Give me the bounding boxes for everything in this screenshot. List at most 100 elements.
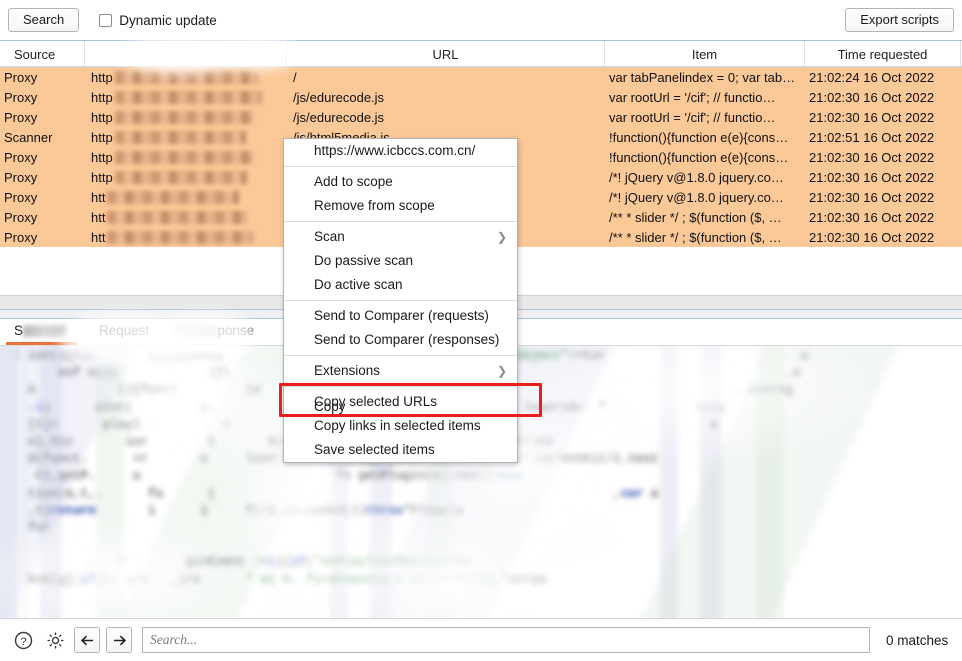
menu-item-label: https://www.icbccs.com.cn/ bbox=[314, 143, 475, 158]
cell-time-requested: 21:02:30 16 Oct 2022 bbox=[805, 227, 961, 247]
search-input[interactable] bbox=[142, 627, 870, 653]
table-header-row: Source URL Item Time requested bbox=[0, 41, 962, 67]
menu-item-scan[interactable]: Scan ❯ bbox=[284, 225, 517, 249]
code-line: ,t}return i i f(!S.isLoaded())throw"Flow… bbox=[28, 504, 463, 518]
menu-item-label: Remove from scope bbox=[314, 198, 435, 213]
cell-source: Proxy bbox=[0, 67, 85, 87]
menu-item-do-passive-scan[interactable]: Do passive scan bbox=[284, 249, 517, 273]
dynamic-update-checkbox[interactable] bbox=[99, 14, 112, 27]
forward-button[interactable] bbox=[106, 627, 132, 653]
cell-host: http bbox=[85, 167, 287, 187]
cell-url: / bbox=[287, 67, 605, 87]
cell-url: /js/edurecode.js bbox=[287, 87, 605, 107]
column-header-host[interactable] bbox=[85, 41, 287, 67]
detail-tab-label: Request bbox=[99, 323, 149, 338]
cell-item: var rootUrl = '/cif'; // functio… bbox=[605, 107, 805, 127]
status-bar: ? 0 matches bbox=[0, 618, 962, 661]
menu-item-copy-selected-urls[interactable]: Copy selected URLs Copy bbox=[284, 390, 517, 414]
menu-separator bbox=[284, 355, 517, 356]
cell-host: htt bbox=[85, 207, 287, 227]
cell-source: Proxy bbox=[0, 107, 85, 127]
menu-item-label: Do active scan bbox=[314, 277, 403, 292]
cell-item: var rootUrl = '/cif'; // functio… bbox=[605, 87, 805, 107]
column-header-url[interactable]: URL bbox=[287, 41, 605, 67]
redacted-host-band bbox=[107, 191, 238, 204]
detail-tab-label: ponse bbox=[217, 323, 254, 338]
chevron-right-icon: ❯ bbox=[497, 225, 507, 249]
menu-item-https-www-icbccs-com-cn[interactable]: https://www.icbccs.com.cn/ bbox=[284, 139, 517, 163]
cell-host: http bbox=[85, 67, 287, 87]
cell-url: /js/edurecode.js bbox=[287, 107, 605, 127]
cell-host: htt bbox=[85, 187, 287, 207]
cell-time-requested: 21:02:30 16 Oct 2022 bbox=[805, 207, 961, 227]
line-number: 1 bbox=[14, 349, 21, 362]
table-row[interactable]: Proxy http / var tabPanelindex = 0; var tab… bbox=[0, 67, 962, 87]
cell-host: http bbox=[85, 107, 287, 127]
cell-host: http bbox=[85, 87, 287, 107]
table-row[interactable]: Proxy http/js/edurecode.js var rootUrl = '… bbox=[0, 107, 962, 127]
menu-item-label: Send to Comparer (requests) bbox=[314, 308, 489, 323]
menu-item-save-selected-items[interactable]: Save selected items bbox=[284, 438, 517, 462]
menu-item-add-to-scope[interactable]: Add to scope bbox=[284, 170, 517, 194]
menu-separator bbox=[284, 221, 517, 222]
menu-item-label: Send to Comparer (responses) bbox=[314, 332, 499, 347]
cell-item: /*! jQuery v@1.8.0 jquery.co… bbox=[605, 167, 805, 187]
cell-host: http bbox=[85, 147, 287, 167]
back-button[interactable] bbox=[74, 627, 100, 653]
obscured-tab-text bbox=[23, 325, 67, 337]
detail-tab-2[interactable]: ponse bbox=[165, 319, 270, 345]
redacted-host-band bbox=[115, 131, 246, 144]
code-line: , / ginEvent :=1){if("onPlaylistReplace"… bbox=[28, 555, 471, 569]
menu-separator bbox=[284, 300, 517, 301]
cell-time-requested: 21:02:51 16 Oct 2022 bbox=[805, 127, 961, 147]
redacted-host-band bbox=[107, 231, 253, 244]
redacted-host-band bbox=[115, 151, 253, 164]
menu-item-label: Extensions bbox=[314, 363, 380, 378]
menu-item-label: Copy links in selected items bbox=[314, 418, 481, 433]
cell-source: Proxy bbox=[0, 147, 85, 167]
cell-source: Proxy bbox=[0, 227, 85, 247]
cell-item: !function(){function e(e){cons… bbox=[605, 127, 805, 147]
cell-time-requested: 21:02:30 16 Oct 2022 bbox=[805, 107, 961, 127]
cell-item: /** * slider */ ; $(function ($, … bbox=[605, 207, 805, 227]
question-circle-icon[interactable]: ? bbox=[10, 627, 36, 653]
cell-item: /*! jQuery v@1.8.0 jquery.co… bbox=[605, 187, 805, 207]
cell-time-requested: 21:02:30 16 Oct 2022 bbox=[805, 147, 961, 167]
menu-item-send-to-comparer-requests[interactable]: Send to Comparer (requests) bbox=[284, 304, 517, 328]
menu-item-label: Add to scope bbox=[314, 174, 393, 189]
cell-source: Scanner bbox=[0, 127, 85, 147]
column-header-time-requested[interactable]: Time requested bbox=[805, 41, 961, 67]
svg-text:?: ? bbox=[20, 636, 26, 648]
menu-item-send-to-comparer-responses[interactable]: Send to Comparer (responses) bbox=[284, 328, 517, 352]
column-header-item[interactable]: Item bbox=[605, 41, 805, 67]
redacted-host-band bbox=[107, 211, 247, 224]
menu-item-extensions[interactable]: Extensions ❯ bbox=[284, 359, 517, 383]
detail-tab-0[interactable]: S bbox=[0, 319, 83, 345]
dynamic-update-label: Dynamic update bbox=[119, 13, 217, 28]
top-toolbar: Search Dynamic update Export scripts bbox=[0, 0, 962, 40]
menu-item-remove-from-scope[interactable]: Remove from scope bbox=[284, 194, 517, 218]
column-header-source[interactable]: Source bbox=[0, 41, 85, 67]
cell-time-requested: 21:02:24 16 Oct 2022 bbox=[805, 67, 961, 87]
export-scripts-button[interactable]: Export scripts bbox=[845, 8, 954, 32]
code-line: C},getP. u fn getPlugin(e);n&&(t=new bbox=[28, 469, 523, 483]
context-menu[interactable]: https://www.icbccs.com.cn/Add to scope Re… bbox=[283, 138, 518, 463]
menu-item-copy-links-in-selected-items[interactable]: Copy links in selected items bbox=[284, 414, 517, 438]
menu-item-do-active-scan[interactable]: Do active scan bbox=[284, 273, 517, 297]
cell-item: var tabPanelindex = 0; var tab… bbox=[605, 67, 805, 87]
cell-time-requested: 21:02:30 16 Oct 2022 bbox=[805, 87, 961, 107]
menu-separator bbox=[284, 166, 517, 167]
menu-item-label: Do passive scan bbox=[314, 253, 413, 268]
menu-item-label: Scan bbox=[314, 229, 345, 244]
obscured-tab-text bbox=[173, 325, 217, 337]
cell-host: http bbox=[85, 127, 287, 147]
cell-host: htt bbox=[85, 227, 287, 247]
code-line: h=k[g];if(h) urn _ire " o) h. fireEvent(… bbox=[28, 573, 546, 587]
table-row[interactable]: Proxy http/js/edurecode.js var rootUrl = '… bbox=[0, 87, 962, 107]
search-button[interactable]: Search bbox=[8, 8, 79, 32]
gear-icon[interactable] bbox=[42, 627, 68, 653]
detail-tab-label: S bbox=[14, 323, 23, 338]
detail-tab-1[interactable]: Request bbox=[83, 319, 165, 345]
redacted-host-band bbox=[115, 111, 254, 124]
dynamic-update-toggle[interactable]: Dynamic update bbox=[99, 13, 217, 28]
